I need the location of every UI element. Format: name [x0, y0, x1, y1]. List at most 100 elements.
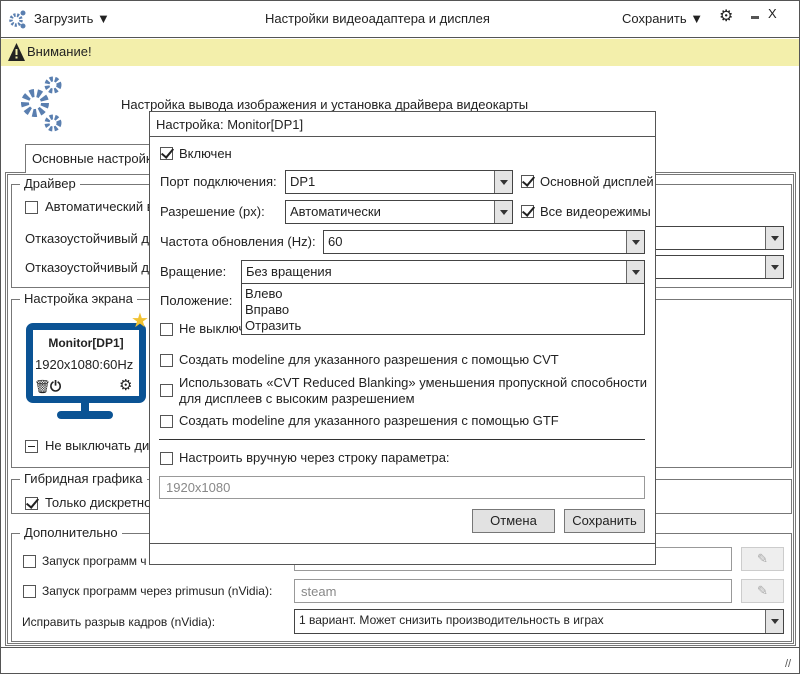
- edit-button-1[interactable]: ✎: [741, 547, 784, 571]
- dropdown-arrow-icon: [494, 201, 512, 223]
- run-programs-checkbox-1[interactable]: [23, 555, 36, 568]
- warning-icon: [8, 43, 25, 61]
- dropdown-arrow-icon: [765, 227, 783, 249]
- primusun-checkbox[interactable]: [23, 585, 36, 598]
- monitor-settings-dialog: Настройка: Monitor[DP1] Включен Порт под…: [149, 111, 656, 565]
- extra-legend: Дополнительно: [20, 525, 122, 541]
- monitor-gear-icon[interactable]: ⚙: [119, 378, 132, 394]
- rotation-select[interactable]: Без вращения: [241, 260, 645, 284]
- reduced-blanking-label-2: для дисплеев с высоким разрешением: [179, 391, 415, 406]
- caret-down-icon: ▼: [690, 11, 704, 26]
- gtf-checkbox[interactable]: [160, 415, 173, 428]
- rotation-option-invert[interactable]: Отразить: [245, 318, 301, 334]
- edit-icon: ✎: [757, 551, 768, 566]
- tab-label: Основные настройки: [32, 151, 159, 166]
- load-label: Загрузить: [34, 11, 94, 26]
- rotation-option-left[interactable]: Влево: [245, 286, 282, 302]
- screen-legend: Настройка экрана: [20, 291, 137, 307]
- dialog-titlebar: Настройка: Monitor[DP1]: [150, 112, 655, 137]
- tearing-fix-label: Исправить разрыв кадров (nVidia):: [22, 615, 216, 629]
- tearing-fix-select[interactable]: 1 вариант. Может снизить производительно…: [294, 609, 784, 634]
- port-select[interactable]: DP1: [285, 170, 513, 194]
- hybrid-legend: Гибридная графика: [20, 471, 147, 487]
- dropdown-arrow-icon: [626, 231, 644, 253]
- titlebar: Загрузить ▼ Настройки видеоадаптера и ди…: [1, 1, 799, 38]
- auto-driver-label: Автоматический в: [45, 199, 154, 214]
- failsafe-driver-select-1[interactable]: [641, 226, 784, 250]
- minimize-button[interactable]: [751, 16, 759, 19]
- cvt-checkbox[interactable]: [160, 354, 173, 367]
- rotation-value: Без вращения: [246, 264, 332, 279]
- auto-driver-checkbox[interactable]: [25, 201, 38, 214]
- caret-down-icon: ▼: [96, 11, 110, 26]
- discrete-only-checkbox[interactable]: [25, 497, 38, 510]
- primusun-input[interactable]: steam: [294, 579, 732, 603]
- enabled-checkbox[interactable]: [160, 147, 173, 160]
- all-modes-label: Все видеорежимы: [540, 204, 651, 219]
- primary-display-label: Основной дисплей: [540, 174, 654, 189]
- tearing-fix-value: 1 вариант. Может снизить производительно…: [299, 613, 604, 627]
- dialog-footer-divider: [150, 543, 655, 544]
- monitor-mode: 1920x1080:60Hz: [35, 357, 134, 372]
- rotation-label: Вращение:: [160, 264, 227, 279]
- trash-icon[interactable]: 🗑: [34, 379, 51, 395]
- warning-bar: Внимание!: [1, 39, 799, 66]
- primusun-placeholder: steam: [301, 584, 337, 599]
- port-value: DP1: [290, 174, 316, 189]
- failsafe-driver-label-1: Отказоустойчивый др: [25, 231, 157, 246]
- dropdown-arrow-icon: [626, 261, 644, 283]
- failsafe-driver-label-2: Отказоустойчивый др: [25, 260, 157, 275]
- all-modes-checkbox[interactable]: [521, 205, 534, 218]
- edit-button-2[interactable]: ✎: [741, 579, 784, 603]
- save-label: Сохранить: [622, 11, 687, 26]
- driver-legend: Драйвер: [20, 176, 80, 192]
- failsafe-driver-select-2[interactable]: [641, 255, 784, 279]
- cancel-button[interactable]: Отмена: [472, 509, 555, 533]
- header-gears-icon: [21, 76, 62, 132]
- status-bar: [1, 647, 799, 673]
- refresh-rate-label: Частота обновления (Hz):: [160, 234, 316, 249]
- monitor-name: Monitor[DP1]: [48, 336, 124, 350]
- rotation-dropdown-list: Влево Вправо Отразить: [241, 283, 645, 335]
- edit-icon: ✎: [757, 583, 768, 598]
- separator: [159, 439, 645, 440]
- close-button[interactable]: X: [768, 6, 777, 22]
- refresh-rate-value: 60: [328, 234, 343, 249]
- app-gears-icon: [9, 10, 26, 29]
- dropdown-arrow-icon: [765, 256, 783, 278]
- tab-main-settings[interactable]: Основные настройки: [25, 144, 159, 173]
- primusun-label: Запуск программ через primusun (nVidia):: [42, 584, 273, 598]
- dropdown-arrow-icon: [765, 610, 783, 633]
- resolution-select[interactable]: Автоматически: [285, 200, 513, 224]
- refresh-rate-select[interactable]: 60: [323, 230, 645, 254]
- monitor-card[interactable]: Monitor[DP1] 1920x1080:60Hz 🗑 ⏻ ⚙: [26, 323, 146, 403]
- manual-checkbox[interactable]: [160, 452, 173, 465]
- discrete-only-label: Только дискретно: [45, 495, 152, 510]
- dialog-title: Настройка: Monitor[DP1]: [156, 117, 304, 132]
- rotation-option-right[interactable]: Вправо: [245, 302, 289, 318]
- settings-gear-icon[interactable]: ⚙: [719, 9, 733, 25]
- port-label: Порт подключения:: [160, 174, 277, 189]
- resize-grip-icon[interactable]: //: [785, 656, 791, 672]
- main-window: Загрузить ▼ Настройки видеоадаптера и ди…: [0, 0, 800, 674]
- keep-display-on-checkbox[interactable]: [25, 440, 38, 453]
- load-menu[interactable]: Загрузить ▼: [34, 11, 110, 27]
- save-menu[interactable]: Сохранить ▼: [622, 11, 703, 27]
- monitor-base: [57, 411, 113, 419]
- power-icon[interactable]: ⏻: [50, 378, 61, 394]
- gtf-label: Создать modeline для указанного разрешен…: [179, 413, 559, 428]
- keep-display-on-label: Не выключать ди: [45, 438, 150, 453]
- keep-on-label: Не выключ: [179, 321, 246, 336]
- save-button[interactable]: Сохранить: [564, 509, 645, 533]
- primary-display-checkbox[interactable]: [521, 175, 534, 188]
- cvt-label: Создать modeline для указанного разрешен…: [179, 352, 559, 367]
- keep-on-checkbox[interactable]: [160, 323, 173, 336]
- dropdown-arrow-icon: [494, 171, 512, 193]
- reduced-blanking-checkbox[interactable]: [160, 384, 173, 397]
- reduced-blanking-label-1: Использовать «CVT Reduced Blanking» умен…: [179, 375, 648, 390]
- resolution-label: Разрешение (px):: [160, 204, 265, 219]
- warning-text: Внимание!: [27, 44, 92, 59]
- primary-star-icon: ★: [131, 310, 149, 332]
- manual-placeholder: 1920x1080: [166, 480, 231, 495]
- manual-input[interactable]: 1920x1080: [159, 476, 645, 499]
